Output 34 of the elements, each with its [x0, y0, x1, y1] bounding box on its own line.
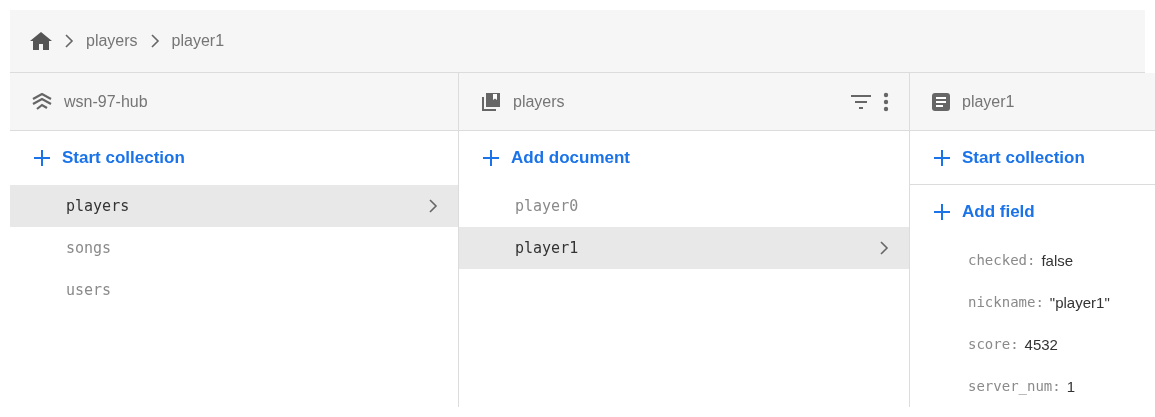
field-key: nickname:: [968, 294, 1044, 310]
plus-icon: [483, 150, 499, 166]
field-key: checked:: [968, 252, 1036, 268]
chevron-icon: [428, 199, 438, 213]
plus-icon: [34, 150, 50, 166]
list-item[interactable]: players: [10, 185, 458, 227]
column-title: wsn-97-hub: [64, 92, 149, 111]
chevron-icon: [879, 241, 889, 255]
item-label: users: [66, 281, 113, 299]
column-title: players: [513, 92, 566, 111]
breadcrumb-link[interactable]: players: [86, 32, 138, 50]
chevron-icon: [149, 34, 160, 48]
item-label: players: [66, 197, 131, 215]
breadcrumb-link[interactable]: player1: [171, 32, 225, 50]
item-label: songs: [66, 239, 113, 257]
chevron-icon: [64, 34, 74, 48]
item-label: player1: [515, 239, 580, 257]
list-item[interactable]: player1: [459, 227, 909, 269]
field-value: false: [1041, 251, 1074, 269]
field-key: score:: [968, 336, 1019, 352]
field-value: 1: [1066, 377, 1076, 395]
item-label: player0: [515, 197, 580, 215]
plus-icon: [934, 149, 950, 166]
field-value: 4532: [1024, 335, 1058, 353]
home-icon[interactable]: [30, 32, 52, 50]
filter-icon[interactable]: [851, 94, 871, 109]
collection-icon: [481, 91, 501, 112]
field-value: "player1": [1049, 293, 1110, 311]
plus-icon: [934, 204, 950, 220]
more-icon[interactable]: [883, 91, 889, 112]
layers-icon: [32, 92, 52, 111]
column-title: player1: [962, 92, 1016, 111]
document-icon: [932, 92, 950, 111]
field-key: server_num:: [968, 378, 1061, 394]
